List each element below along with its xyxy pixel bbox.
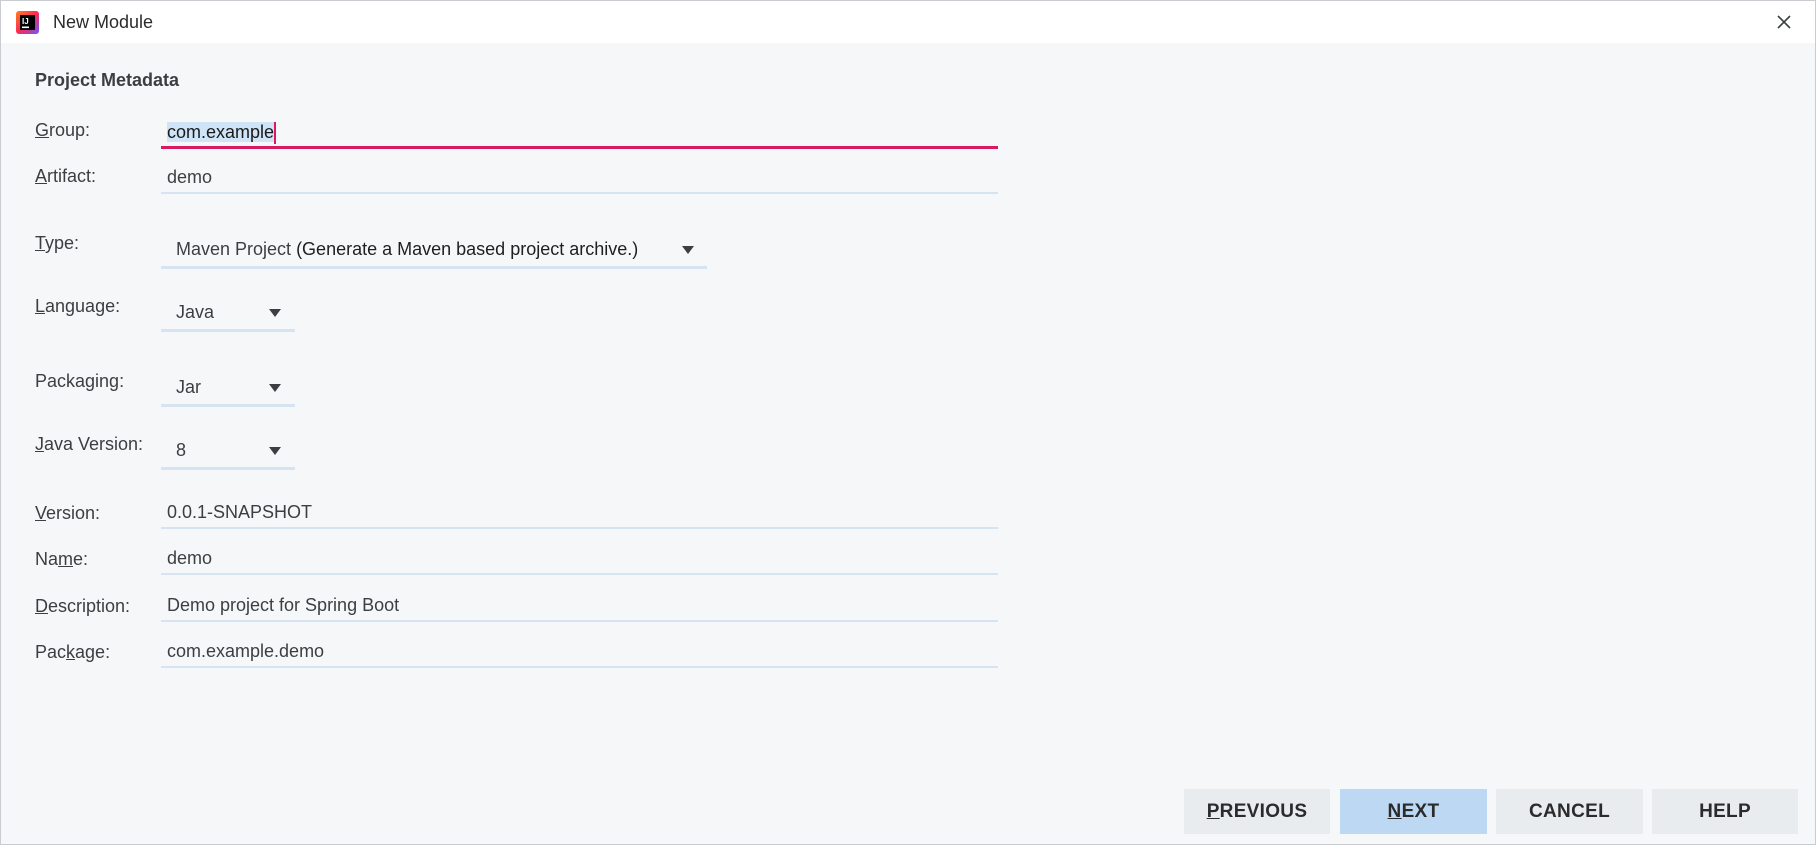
artifact-label: Artifact: bbox=[35, 166, 96, 187]
group-label-rest: roup: bbox=[49, 120, 91, 140]
close-icon[interactable] bbox=[1773, 11, 1795, 33]
group-label: Group: bbox=[35, 120, 90, 141]
type-dropdown[interactable]: Maven Project (Generate a Maven based pr… bbox=[161, 231, 707, 269]
packaging-label-rest: ing: bbox=[95, 371, 125, 391]
artifact-label-rest: rtifact: bbox=[47, 166, 97, 186]
java-version-label-mnemonic: J bbox=[35, 434, 44, 454]
svg-text:IJ: IJ bbox=[22, 17, 29, 26]
description-input-value: Demo project for Spring Boot bbox=[167, 595, 400, 615]
artifact-input[interactable]: demo bbox=[161, 160, 998, 194]
name-label: Name: bbox=[35, 549, 88, 570]
chevron-down-icon bbox=[269, 447, 281, 455]
packaging-dropdown[interactable]: Jar bbox=[161, 369, 295, 407]
title-bar: IJ New Module bbox=[1, 1, 1815, 43]
package-label: Package: bbox=[35, 642, 110, 663]
java-version-label: Java Version: bbox=[35, 434, 143, 455]
type-label-mnemonic: T bbox=[35, 233, 46, 253]
window-title: New Module bbox=[53, 12, 154, 32]
previous-button-mnemonic: P bbox=[1206, 801, 1220, 822]
chevron-down-icon bbox=[269, 309, 281, 317]
language-label-rest: anguage: bbox=[45, 296, 121, 316]
description-label-mnemonic: D bbox=[35, 596, 48, 616]
version-label: Version: bbox=[35, 503, 100, 524]
language-label: Language: bbox=[35, 296, 120, 317]
java-version-dropdown-value: 8 bbox=[176, 440, 187, 460]
text-caret bbox=[274, 122, 277, 145]
packaging-dropdown-value: Jar bbox=[176, 377, 202, 397]
language-label-mnemonic: L bbox=[35, 296, 46, 316]
packaging-label-mnemonic: g bbox=[85, 371, 96, 391]
package-input[interactable]: com.example.demo bbox=[161, 634, 998, 668]
java-version-label-rest: ava Version: bbox=[44, 434, 144, 454]
new-module-dialog: IJ New Module Project Metadata Group: co… bbox=[0, 0, 1816, 845]
package-label-rest: age: bbox=[75, 642, 111, 662]
packaging-label-pre: Packa bbox=[35, 371, 86, 391]
intellij-idea-icon: IJ bbox=[16, 11, 39, 34]
type-label-rest: ype: bbox=[45, 233, 80, 253]
name-label-rest: e: bbox=[73, 549, 89, 569]
type-value-main: Maven Project bbox=[176, 239, 292, 259]
version-input[interactable]: 0.0.1-SNAPSHOT bbox=[161, 495, 998, 529]
next-button-rest: EXT bbox=[1401, 801, 1440, 822]
java-version-dropdown[interactable]: 8 bbox=[161, 432, 295, 470]
group-input[interactable]: com.example bbox=[161, 115, 998, 149]
name-input[interactable]: demo bbox=[161, 541, 998, 575]
description-label-rest: escription: bbox=[48, 596, 131, 616]
version-input-value: 0.0.1-SNAPSHOT bbox=[167, 502, 313, 522]
previous-button-rest: REVIOUS bbox=[1219, 801, 1308, 822]
package-label-pre: Pac bbox=[35, 642, 67, 662]
type-dropdown-value: Maven Project (Generate a Maven based pr… bbox=[176, 239, 638, 260]
previous-button[interactable]: PREVIOUS bbox=[1184, 789, 1330, 834]
chevron-down-icon bbox=[682, 246, 694, 254]
group-label-mnemonic: G bbox=[35, 120, 50, 140]
version-label-rest: ersion: bbox=[46, 503, 101, 523]
name-label-mnemonic: m bbox=[58, 549, 74, 569]
next-button[interactable]: NEXT bbox=[1340, 789, 1487, 834]
name-input-value: demo bbox=[167, 548, 213, 568]
description-label: Description: bbox=[35, 596, 130, 617]
help-button[interactable]: HELP bbox=[1652, 789, 1798, 834]
section-title: Project Metadata bbox=[35, 70, 180, 90]
cancel-button[interactable]: CANCEL bbox=[1496, 789, 1643, 834]
language-dropdown-value: Java bbox=[176, 302, 215, 322]
packaging-label: Packaging: bbox=[35, 371, 124, 392]
artifact-label-mnemonic: A bbox=[35, 166, 48, 186]
type-value-description: (Generate a Maven based project archive.… bbox=[291, 239, 639, 259]
chevron-down-icon bbox=[269, 384, 281, 392]
group-input-value: com.example bbox=[167, 122, 275, 142]
description-input[interactable]: Demo project for Spring Boot bbox=[161, 588, 998, 622]
artifact-input-value: demo bbox=[167, 167, 213, 187]
type-label: Type: bbox=[35, 233, 79, 254]
version-label-mnemonic: V bbox=[35, 503, 47, 523]
name-label-pre: Na bbox=[35, 549, 59, 569]
package-label-mnemonic: k bbox=[66, 642, 76, 662]
next-button-mnemonic: N bbox=[1387, 801, 1402, 822]
package-input-value: com.example.demo bbox=[167, 641, 325, 661]
language-dropdown[interactable]: Java bbox=[161, 294, 295, 332]
